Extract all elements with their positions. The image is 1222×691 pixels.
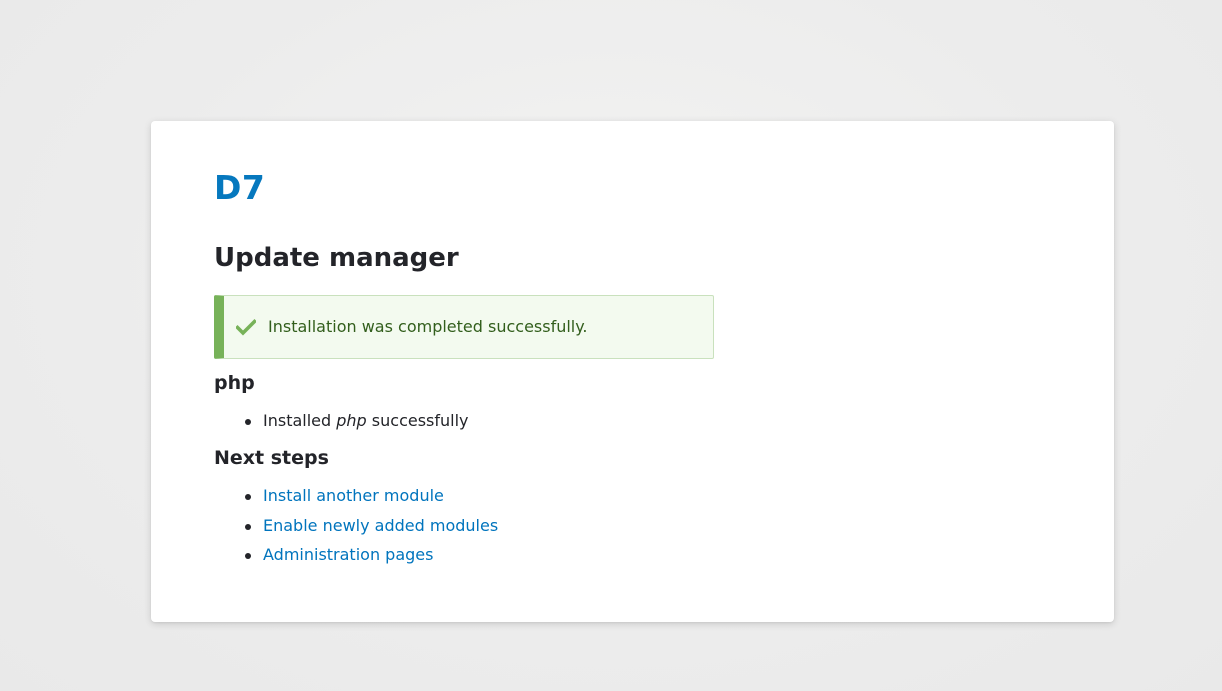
main-card: D7 Update manager Installation was compl… (151, 121, 1114, 622)
next-steps-title: Next steps (214, 447, 329, 469)
site-name-link[interactable]: D7 (214, 168, 265, 208)
result-prefix: Installed (263, 411, 337, 430)
administration-pages-link[interactable]: Administration pages (263, 545, 433, 564)
page-title: Update manager (214, 243, 459, 273)
result-suffix: successfully (366, 411, 469, 430)
php-section-title: php (214, 372, 255, 394)
enable-modules-link[interactable]: Enable newly added modules (263, 516, 498, 535)
install-another-module-link[interactable]: Install another module (263, 486, 444, 505)
list-item: Installed php successfully (245, 411, 469, 431)
list-item: Install another module (244, 486, 498, 506)
php-result-list: Installed php successfully (214, 411, 469, 441)
status-message-text: Installation was completed successfully. (268, 317, 588, 336)
module-name: php (336, 411, 367, 430)
next-steps-list: Install another module Enable newly adde… (214, 486, 498, 575)
list-item: Administration pages (244, 545, 498, 565)
list-item: Enable newly added modules (244, 516, 498, 536)
status-message: Installation was completed successfully. (214, 295, 714, 359)
check-icon (234, 317, 258, 337)
